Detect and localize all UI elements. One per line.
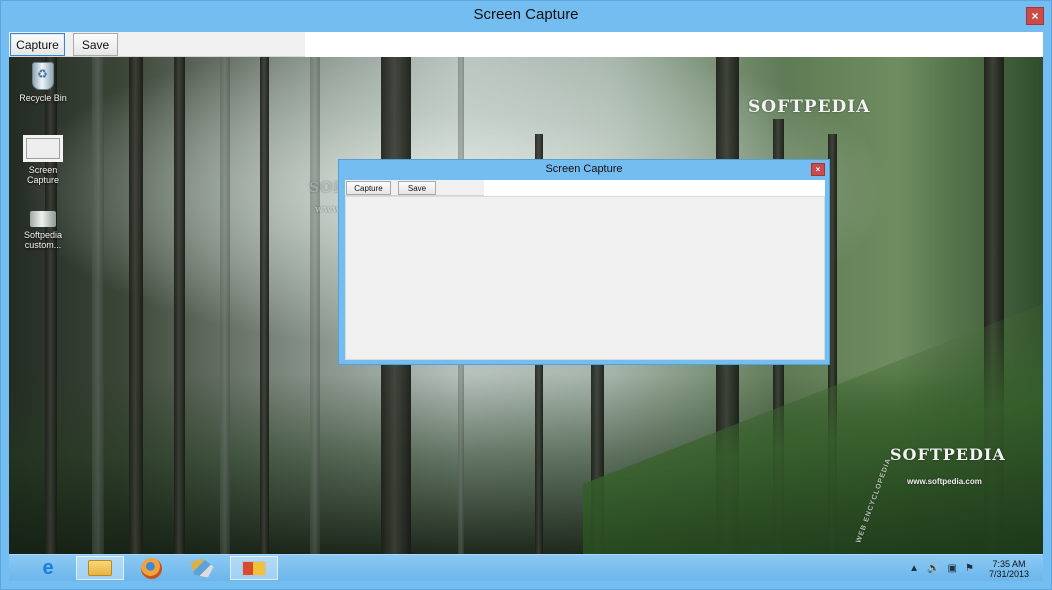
clock-date: 7/31/2013 [988,568,1029,579]
tree-trunk [310,57,320,554]
action-center-icon[interactable]: ⚑ [965,563,974,574]
screen-capture-icon [23,135,63,162]
inner-toolbar-empty-area [484,180,825,196]
inner-close-button[interactable]: × [811,163,825,176]
softpedia-url: www.softpedia.com [907,477,982,486]
inner-save-button[interactable]: Save [398,181,436,195]
title-bar[interactable]: Screen Capture × [1,1,1051,32]
softpedia-icon [30,211,56,227]
taskbar: e ▲ 🔊 ▣ ⚑ 7:35 AM 7/31/2013 [9,554,1043,581]
screen-capture-task-icon [242,560,266,576]
tree-trunk [129,57,143,554]
taskbar-screen-capture[interactable] [230,556,278,580]
inner-toolbar: Capture Save [345,180,825,196]
tray-chevron-icon[interactable]: ▲ [909,563,919,574]
desktop-icon-recycle-bin[interactable]: Recycle Bin [12,62,74,103]
tree-trunk [174,57,185,554]
toolbar: Capture Save [9,32,1043,57]
window-title: Screen Capture [473,6,579,23]
softpedia-watermark: SOFTPEDIA [748,97,871,117]
clock[interactable]: 7:35 AM 7/31/2013 [989,559,1029,579]
desktop-icon-label: Softpedia custom... [23,230,63,250]
tree-trunk [220,57,230,554]
internet-explorer-icon: e [42,556,54,579]
taskbar-firefox[interactable] [127,556,175,580]
toolbar-empty-area [305,32,1043,57]
desktop-icon-label: Recycle Bin [19,93,67,103]
close-button[interactable]: × [1026,7,1044,25]
captured-desktop-image: SOFTPEDIA SOFTPEDIA www.softpedia.com SO… [9,57,1043,554]
network-icon[interactable]: ▣ [948,563,957,574]
recycle-bin-icon [32,62,54,90]
inner-capture-button[interactable]: Capture [346,181,391,195]
tree-trunk [45,57,57,554]
taskbar-file-explorer[interactable] [76,556,124,580]
inner-window-title: Screen Capture [545,163,623,175]
file-explorer-icon [88,560,112,576]
capture-button[interactable]: Capture [10,33,65,56]
inner-screen-capture-window: Screen Capture × Capture Save [338,159,830,365]
desktop-icon-softpedia[interactable]: Softpedia custom... [12,211,74,250]
inner-content-area [345,196,825,360]
clock-time: 7:35 AM [992,558,1026,569]
softpedia-watermark: SOFTPEDIA [890,445,1006,464]
save-button[interactable]: Save [73,33,118,56]
tree-trunk [92,57,104,554]
system-tray: ▲ 🔊 ▣ ⚑ 7:35 AM 7/31/2013 [909,558,1029,579]
screen-capture-window: Screen Capture × Capture Save SOFTPEDIA … [0,0,1052,590]
tools-icon [190,558,214,578]
taskbar-internet-explorer[interactable]: e [24,556,72,580]
tree-trunk [260,57,269,554]
firefox-icon [140,557,162,579]
desktop-icon-label: Screen Capture [26,165,60,185]
taskbar-tools[interactable] [178,556,226,580]
desktop-icon-screen-capture[interactable]: Screen Capture [12,135,74,185]
volume-icon[interactable]: 🔊 [927,563,939,574]
